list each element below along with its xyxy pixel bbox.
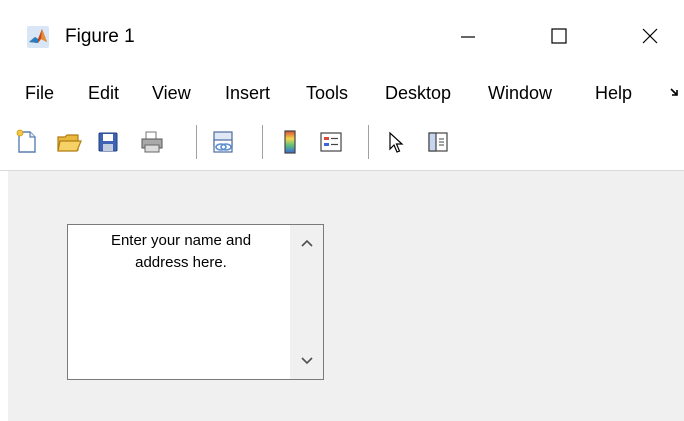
scroll-down-button[interactable]	[290, 347, 323, 375]
menu-tools[interactable]: Tools	[306, 82, 348, 104]
menu-bar: File Edit View Insert Tools Desktop Wind…	[0, 72, 684, 112]
maximize-button[interactable]	[536, 18, 582, 54]
toolbar-separator	[196, 125, 197, 159]
insert-legend-button[interactable]	[316, 125, 346, 159]
link-plot-button[interactable]	[208, 125, 238, 159]
minimize-icon	[461, 36, 475, 38]
scroll-up-button[interactable]	[290, 229, 323, 257]
address-edit-box[interactable]: Enter your name and address here.	[67, 224, 324, 380]
menu-file[interactable]: File	[25, 82, 54, 104]
insert-legend-icon	[320, 132, 342, 152]
toolbar-separator	[262, 125, 263, 159]
scroll-up-icon	[300, 239, 313, 247]
print-figure-button[interactable]	[137, 125, 167, 159]
open-property-inspector-icon	[428, 132, 448, 152]
menu-edit[interactable]: Edit	[88, 82, 119, 104]
menu-view[interactable]: View	[152, 82, 191, 104]
window-edge	[0, 171, 8, 421]
figure-toolbar	[0, 116, 684, 171]
window-title: Figure 1	[65, 26, 135, 47]
menu-insert[interactable]: Insert	[225, 82, 270, 104]
new-figure-icon	[16, 129, 36, 153]
edit-box-text[interactable]: Enter your name and address here.	[72, 230, 290, 274]
scroll-down-icon	[300, 357, 313, 365]
close-button[interactable]	[627, 18, 673, 54]
chevron-more-icon[interactable]	[669, 86, 684, 100]
menu-window[interactable]: Window	[488, 82, 552, 104]
open-file-button[interactable]	[54, 125, 84, 159]
save-figure-button[interactable]	[93, 125, 123, 159]
maximize-icon	[551, 28, 567, 44]
edit-plot-icon	[389, 131, 404, 153]
open-property-inspector-button[interactable]	[423, 125, 453, 159]
save-figure-icon	[98, 132, 118, 152]
edit-box-text-line1: Enter your name and	[110, 232, 252, 249]
insert-colorbar-icon	[284, 130, 296, 154]
link-plot-icon	[213, 131, 233, 153]
edit-plot-button[interactable]	[381, 125, 411, 159]
figure-client-area: Enter your name and address here.	[8, 171, 684, 421]
new-figure-button[interactable]	[12, 125, 42, 159]
insert-colorbar-button[interactable]	[275, 125, 305, 159]
toolbar-separator	[368, 125, 369, 159]
minimize-button[interactable]	[445, 18, 491, 54]
close-icon	[642, 28, 658, 44]
edit-box-text-line2: address here.	[135, 254, 227, 271]
matlab-icon	[27, 26, 49, 48]
menu-desktop[interactable]: Desktop	[385, 82, 451, 104]
open-file-icon	[57, 134, 82, 152]
menu-help[interactable]: Help	[595, 82, 632, 104]
vertical-scrollbar[interactable]	[290, 225, 323, 379]
figure-window: Figure 1 File Edit View Insert Tools Des…	[0, 0, 684, 421]
title-bar[interactable]: Figure 1	[0, 0, 684, 68]
print-figure-icon	[141, 131, 163, 153]
